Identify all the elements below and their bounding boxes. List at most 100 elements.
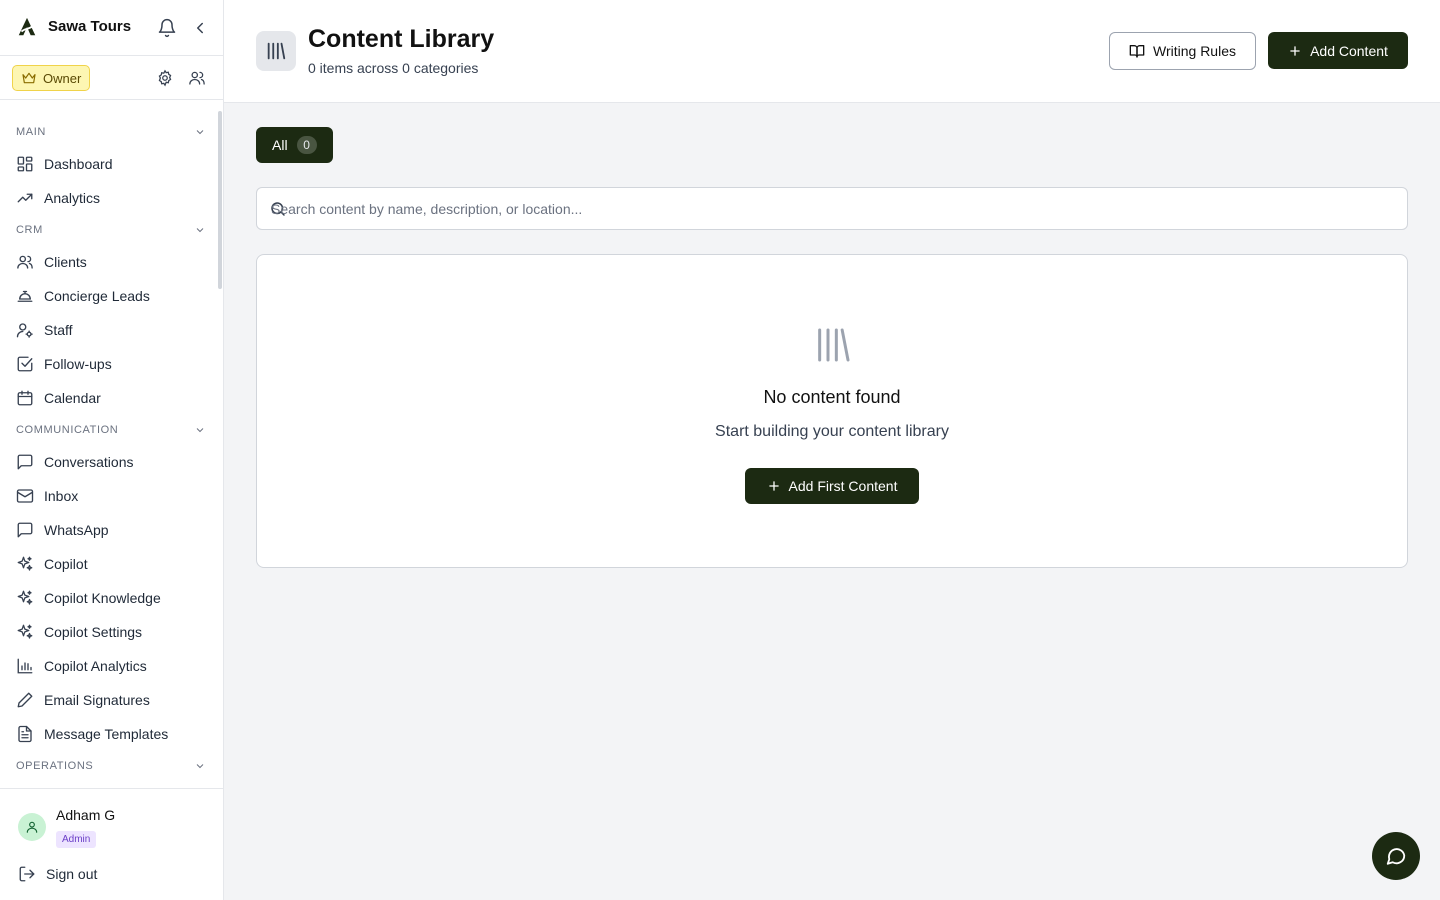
sidebar-item-whatsapp[interactable]: WhatsApp	[8, 514, 214, 546]
sidebar-item-label: Follow-ups	[44, 356, 112, 372]
role-row: Owner	[0, 56, 223, 100]
sidebar-item-label: Analytics	[44, 190, 101, 206]
sidebar-item-label: Concierge Leads	[44, 288, 150, 304]
sidebar-item-label: Copilot	[44, 556, 88, 572]
sidebar-item-label: Copilot Settings	[44, 624, 143, 640]
filter-tab-count: 0	[296, 136, 317, 154]
writing-rules-button[interactable]: Writing Rules	[1109, 32, 1256, 70]
brand-name: Sawa Tours	[48, 18, 132, 35]
book-open-icon	[1129, 45, 1145, 58]
bell-icon[interactable]	[157, 18, 177, 38]
filter-tab-all[interactable]: All 0	[256, 127, 333, 163]
calendar-icon	[17, 390, 33, 406]
add-content-label: Add Content	[1310, 42, 1388, 59]
writing-rules-label: Writing Rules	[1153, 43, 1236, 59]
chevron-down-icon	[196, 428, 204, 433]
sidebar-item-calendar[interactable]: Calendar	[8, 382, 214, 414]
section-main[interactable]: MAIN	[16, 122, 206, 142]
sparkles-icon	[17, 590, 33, 605]
sidebar-item-label: Copilot Analytics	[44, 658, 147, 674]
sidebar-item-label: Clients	[44, 254, 87, 270]
owner-badge: Owner	[12, 65, 91, 91]
page-title: Content Library	[308, 25, 495, 53]
sidebar-scrollbar[interactable]	[218, 111, 222, 289]
avatar[interactable]	[18, 813, 46, 841]
sidebar-item-conversations[interactable]: Conversations	[8, 446, 214, 478]
chat-button[interactable]	[1372, 832, 1420, 880]
search-input[interactable]	[271, 188, 1391, 229]
add-first-content-label: Add First Content	[788, 478, 898, 494]
sidebar-item-clients[interactable]: Clients	[8, 246, 214, 278]
add-content-button[interactable]: Add Content	[1268, 32, 1408, 69]
gear-icon[interactable]	[156, 69, 174, 87]
sidebar-item-copilot-knowledge[interactable]: Copilot Knowledge	[8, 582, 214, 614]
sign-out-button[interactable]: Sign out	[18, 865, 97, 883]
add-first-content-button[interactable]: Add First Content	[745, 468, 919, 504]
sidebar-item-label: Inbox	[44, 488, 79, 504]
search-box	[256, 187, 1408, 230]
check-square-icon	[17, 356, 33, 372]
sidebar-item-label: Calendar	[44, 390, 101, 406]
sparkles-icon	[17, 624, 33, 639]
sidebar-item-copilot[interactable]: Copilot	[8, 548, 214, 580]
sidebar-nav[interactable]: MAIN Dashboard Analytics CRM Clients Con…	[0, 100, 223, 788]
section-operations-label: OPERATIONS	[16, 760, 94, 772]
section-main-label: MAIN	[16, 126, 46, 138]
chevron-down-icon	[196, 228, 204, 233]
empty-state-subtitle: Start building your content library	[715, 423, 949, 440]
owner-label: Owner	[43, 70, 82, 86]
sidebar-item-analytics[interactable]: Analytics	[8, 182, 214, 214]
section-operations[interactable]: OPERATIONS	[16, 756, 206, 776]
sidebar: Sawa Tours Owner MAIN Dashboard Analytic…	[0, 0, 224, 900]
plus-icon	[1290, 45, 1300, 56]
empty-state: No content found Start building your con…	[256, 254, 1408, 568]
user-name: Adham G	[56, 807, 116, 823]
sidebar-item-copilot-settings[interactable]: Copilot Settings	[8, 616, 214, 648]
message-square-icon	[17, 522, 33, 538]
sidebar-item-dashboard[interactable]: Dashboard	[8, 148, 214, 180]
dashboard-icon	[17, 156, 33, 172]
pen-icon	[17, 692, 33, 708]
brand-logo-icon[interactable]	[16, 16, 38, 38]
sidebar-item-label: Conversations	[44, 454, 134, 470]
chevron-down-icon	[196, 764, 204, 769]
user-cog-icon	[16, 323, 33, 338]
plus-icon	[768, 481, 779, 491]
sidebar-item-email-signatures[interactable]: Email Signatures	[8, 684, 214, 716]
user-icon	[26, 821, 38, 833]
trending-up-icon	[17, 193, 33, 203]
section-crm[interactable]: CRM	[16, 220, 206, 240]
library-icon	[256, 31, 296, 71]
crown-icon	[22, 72, 36, 84]
section-communication-label: COMMUNICATION	[16, 424, 119, 436]
sparkles-icon	[17, 556, 33, 571]
chevron-left-icon[interactable]	[191, 19, 209, 37]
mail-icon	[16, 489, 34, 503]
sidebar-item-staff[interactable]: Staff	[8, 314, 214, 346]
users-icon[interactable]	[188, 69, 206, 87]
sidebar-item-message-templates[interactable]: Message Templates	[8, 718, 214, 750]
section-communication[interactable]: COMMUNICATION	[16, 420, 206, 440]
sidebar-item-label: WhatsApp	[44, 522, 109, 538]
sidebar-item-label: Staff	[44, 322, 73, 338]
sidebar-item-inbox[interactable]: Inbox	[8, 480, 214, 512]
brand-bar: Sawa Tours	[0, 0, 223, 56]
file-text-icon	[18, 725, 32, 743]
empty-state-title: No content found	[763, 387, 901, 407]
concierge-bell-icon	[17, 290, 33, 302]
sidebar-item-follow-ups[interactable]: Follow-ups	[8, 348, 214, 380]
library-icon	[818, 328, 850, 362]
filter-tab-label: All	[272, 137, 288, 153]
sidebar-item-label: Email Signatures	[44, 692, 150, 708]
sign-out-label: Sign out	[46, 866, 98, 882]
message-circle-icon	[1386, 848, 1406, 865]
sidebar-item-copilot-analytics[interactable]: Copilot Analytics	[8, 650, 214, 682]
log-out-icon	[19, 866, 35, 882]
sidebar-item-label: Dashboard	[44, 156, 113, 172]
sidebar-item-label: Message Templates	[44, 726, 169, 742]
section-crm-label: CRM	[16, 224, 43, 236]
bar-chart-icon	[17, 658, 33, 674]
sidebar-item-concierge-leads[interactable]: Concierge Leads	[8, 280, 214, 312]
message-square-icon	[17, 454, 33, 470]
sidebar-item-label: Copilot Knowledge	[44, 590, 161, 606]
